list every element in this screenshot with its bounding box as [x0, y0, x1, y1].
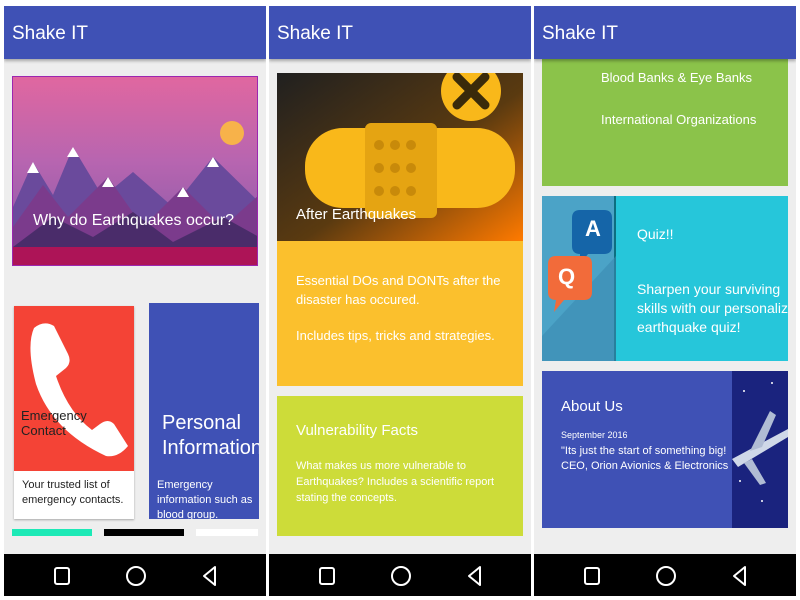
- app-bar: Shake IT: [269, 6, 531, 59]
- card-about-us[interactable]: About Us September 2016 "Its just the st…: [542, 371, 788, 528]
- personal-desc: Emergency information such as blood grou…: [157, 479, 253, 519]
- quiz-icon-q: Q: [558, 264, 576, 289]
- card-vulnerability-facts[interactable]: Vulnerability Facts What makes us more v…: [277, 396, 523, 536]
- circle-nav-icon[interactable]: [654, 564, 678, 588]
- app-bar: Shake IT: [4, 6, 266, 59]
- square-nav-icon[interactable]: [580, 564, 604, 588]
- page-indicator-1: [12, 529, 92, 536]
- triangle-nav-icon[interactable]: [198, 564, 222, 588]
- navigation-bar: [534, 554, 796, 596]
- navigation-bar: [269, 554, 531, 596]
- qa-bubble-icon: [542, 210, 616, 361]
- app-title: Shake IT: [542, 23, 619, 44]
- page-indicator-3: [196, 529, 258, 536]
- quiz-title: Quiz!!: [637, 226, 674, 242]
- personal-title: Personal Information: [162, 412, 259, 459]
- square-nav-icon[interactable]: [315, 564, 339, 588]
- phone-icon: [30, 323, 129, 457]
- org-item-international[interactable]: International Organizations: [601, 112, 756, 127]
- vulnerability-desc: What makes us more vulnerable to Earthqu…: [296, 460, 495, 504]
- card-quiz[interactable]: A Q Quiz!! Sharpen your surviving skills…: [542, 196, 788, 361]
- emergency-desc: Your trusted list of emergency contacts.: [22, 479, 124, 506]
- page-indicator-2: [104, 529, 184, 536]
- about-date: September 2016: [561, 430, 628, 440]
- vulnerability-title: Vulnerability Facts: [296, 422, 418, 439]
- circle-nav-icon[interactable]: [124, 564, 148, 588]
- emergency-title: Emergency Contact: [21, 408, 87, 438]
- card-personal-information[interactable]: Personal Information Emergency informati…: [149, 303, 259, 519]
- hero-title: Why do Earthquakes occur?: [33, 212, 234, 229]
- close-icon: [441, 73, 501, 121]
- navigation-bar: [4, 554, 266, 596]
- after-desc-1: Essential DOs and DONTs after the disast…: [296, 273, 501, 307]
- quiz-desc: Sharpen your surviving skills with our p…: [637, 281, 788, 335]
- after-title: After Earthquakes: [296, 206, 417, 223]
- card-after-earthquakes[interactable]: After Earthquakes Essential DOs and DONT…: [277, 73, 523, 386]
- circle-nav-icon[interactable]: [389, 564, 413, 588]
- app-bar: Shake IT: [534, 6, 796, 59]
- quiz-icon-a: A: [585, 216, 601, 241]
- app-title: Shake IT: [277, 23, 354, 44]
- card-organizations[interactable]: Blood Banks & Eye Banks International Or…: [542, 59, 788, 186]
- airplane-icon: [732, 382, 788, 502]
- about-quote: "Its just the start of something big! CE…: [561, 445, 729, 472]
- square-nav-icon[interactable]: [50, 564, 74, 588]
- card-why-earthquakes[interactable]: Why do Earthquakes occur?: [12, 76, 258, 266]
- triangle-nav-icon[interactable]: [463, 564, 487, 588]
- triangle-nav-icon[interactable]: [728, 564, 752, 588]
- about-title: About Us: [561, 398, 623, 415]
- org-item-blood-banks[interactable]: Blood Banks & Eye Banks: [601, 70, 752, 85]
- after-desc-2: Includes tips, tricks and strategies.: [296, 328, 495, 343]
- phone-screen-home: Shake IT Why do Earthquakes occur? Emerg…: [4, 6, 266, 596]
- phone-screen-more: Shake IT Blood Banks & Eye Banks Interna…: [534, 6, 796, 596]
- app-title: Shake IT: [12, 23, 89, 44]
- card-emergency-contact[interactable]: Emergency Contact Your trusted list of e…: [14, 306, 134, 519]
- phone-screen-guides: Shake IT After Earthquakes Essential DOs…: [269, 6, 531, 596]
